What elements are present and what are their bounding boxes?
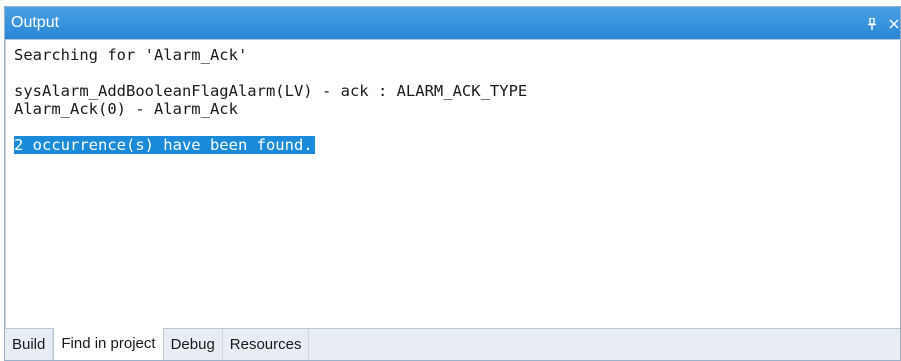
panel-titlebar[interactable]: Output (5, 7, 900, 39)
selected-text: 2 occurrence(s) have been found. (14, 136, 315, 154)
tab-find-in-project[interactable]: Find in project (53, 328, 164, 360)
output-panel: Output Searching for 'Alarm_Ack' sysAlar… (4, 6, 901, 361)
close-icon[interactable] (888, 7, 900, 39)
tab-debug[interactable]: Debug (164, 329, 223, 360)
output-line-selected: 2 occurrence(s) have been found. (14, 136, 892, 154)
panel-title: Output (11, 14, 60, 31)
output-text-area[interactable]: Searching for 'Alarm_Ack' sysAlarm_AddBo… (5, 39, 900, 330)
tab-build[interactable]: Build (5, 329, 54, 360)
title-buttons (866, 7, 900, 39)
tab-resources[interactable]: Resources (223, 329, 310, 360)
output-tab-bar: Build Find in project Debug Resources (5, 328, 900, 360)
output-line: Alarm_Ack(0) - Alarm_Ack (14, 100, 238, 118)
output-line: Searching for 'Alarm_Ack' (14, 46, 248, 64)
output-line: sysAlarm_AddBooleanFlagAlarm(LV) - ack :… (14, 82, 528, 100)
pin-icon[interactable] (866, 7, 878, 39)
